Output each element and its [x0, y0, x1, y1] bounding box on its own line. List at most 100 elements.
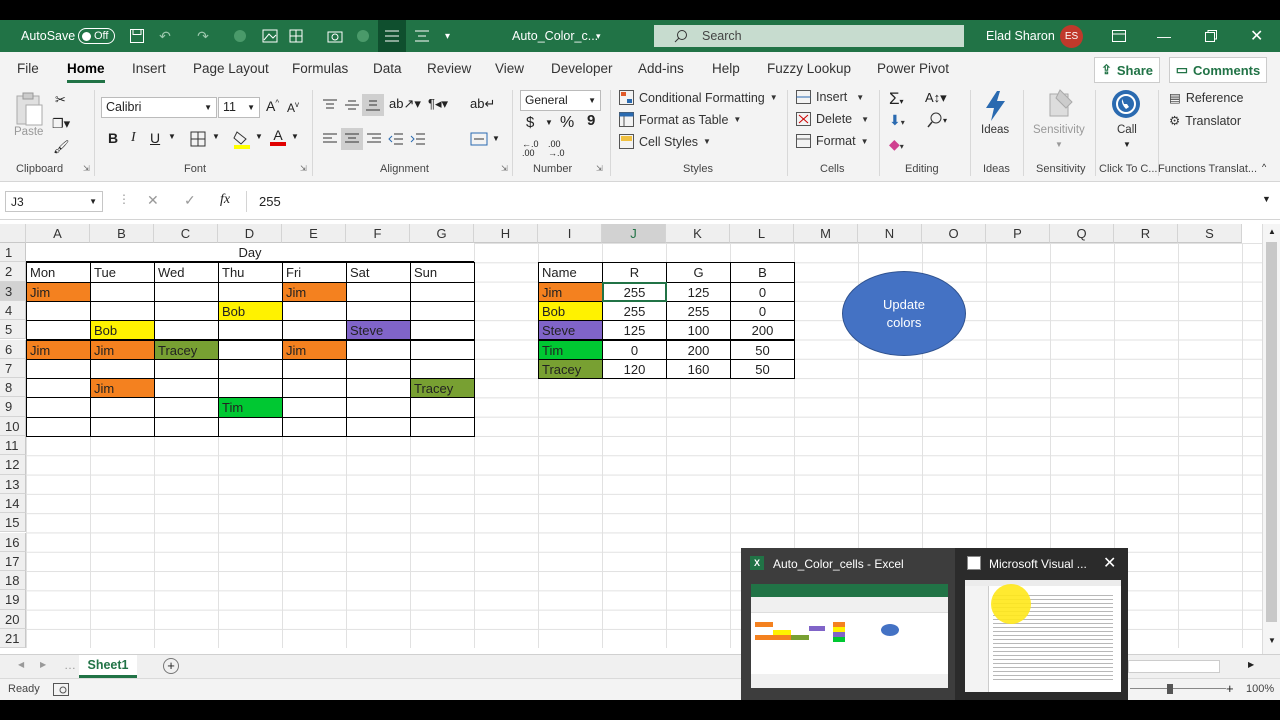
save-icon[interactable] [128, 27, 146, 45]
row-header[interactable]: 5 [0, 320, 26, 340]
row-header[interactable]: 2 [0, 262, 26, 282]
font-name-select[interactable]: Calibri ▼ [101, 97, 217, 118]
schedule-cell[interactable] [410, 358, 475, 380]
redo-icon[interactable]: ↷ [195, 28, 211, 45]
enter-icon[interactable]: ✓ [184, 192, 196, 209]
schedule-cell[interactable] [154, 378, 219, 399]
tab-data[interactable]: Data [373, 61, 402, 76]
day-label-thu[interactable]: Thu [219, 263, 282, 282]
row-header[interactable]: 4 [0, 300, 26, 321]
top-align-icon[interactable] [322, 98, 338, 112]
cell-styles-button[interactable]: Cell Styles ▼ [619, 134, 711, 149]
increase-indent-icon[interactable] [410, 132, 426, 146]
schedule-cell[interactable] [346, 397, 411, 418]
shrink-font-icon[interactable]: Av [287, 100, 299, 115]
schedule-entry[interactable]: Bob [91, 321, 154, 340]
schedule-entry[interactable]: Bob [219, 301, 282, 321]
rgb-name[interactable]: Bob [539, 301, 602, 321]
column-header[interactable]: S [1178, 224, 1242, 243]
schedule-cell[interactable] [410, 320, 475, 341]
schedule-entry[interactable]: Tracey [155, 340, 218, 359]
tab-formulas[interactable]: Formulas [292, 61, 348, 76]
schedule-cell[interactable] [346, 378, 411, 399]
new-sheet-icon[interactable]: + [163, 658, 179, 674]
row-header[interactable]: 7 [0, 358, 26, 379]
schedule-cell[interactable] [218, 339, 283, 360]
tab-view[interactable]: View [495, 61, 524, 76]
cancel-icon[interactable]: ✕ [147, 192, 159, 209]
schedule-cell[interactable] [282, 300, 347, 322]
schedule-cell[interactable] [282, 416, 347, 437]
column-header[interactable]: E [282, 224, 346, 243]
rgb-value-r[interactable]: 125 [603, 321, 666, 340]
currency-button[interactable]: $ [526, 114, 534, 131]
align-center-icon[interactable] [341, 128, 363, 150]
tab-home[interactable]: Home [67, 61, 105, 83]
rgb-name[interactable]: Tracey [539, 359, 602, 379]
format-cells-button[interactable]: Format ▼ [796, 134, 869, 148]
schedule-cell[interactable] [26, 378, 91, 399]
rgb-name[interactable]: Tim [539, 340, 602, 359]
schedule-cell[interactable] [90, 300, 155, 322]
sensitivity-dropdown-icon[interactable]: ▼ [1055, 140, 1063, 149]
row-header[interactable]: 21 [0, 629, 26, 649]
find-select-icon[interactable]: ▾ [927, 112, 947, 128]
column-header[interactable]: C [154, 224, 218, 243]
sensitivity-button[interactable]: Sensitivity [1033, 124, 1085, 136]
autosum-icon[interactable]: Σ▾ [889, 89, 904, 109]
tab-fuzzy-lookup[interactable]: Fuzzy Lookup [767, 61, 851, 76]
row-header[interactable]: 6 [0, 339, 26, 359]
column-header[interactable]: B [90, 224, 154, 243]
schedule-cell[interactable] [410, 300, 475, 322]
schedule-cell[interactable] [346, 416, 411, 437]
column-header[interactable]: N [858, 224, 922, 243]
scroll-up-icon[interactable]: ▲ [1268, 227, 1276, 236]
schedule-cell[interactable] [26, 416, 91, 437]
minimize-icon[interactable]: — [1157, 28, 1171, 44]
rgb-value-r[interactable]: 120 [603, 360, 666, 379]
rgb-value-r[interactable]: 255 [603, 302, 666, 321]
font-launcher-icon[interactable]: ⇲ [300, 164, 307, 173]
search-box[interactable]: Search [654, 25, 964, 47]
align-active-icon[interactable] [378, 20, 406, 52]
column-header[interactable]: M [794, 224, 858, 243]
undo-icon[interactable]: ↶ [157, 28, 173, 45]
comma-button[interactable]: 9 [587, 112, 595, 129]
format-as-table-button[interactable]: Format as Table ▼ [619, 112, 741, 127]
column-header[interactable]: H [474, 224, 538, 243]
fx-icon[interactable]: fx [220, 192, 230, 208]
rgb-value-g[interactable]: 255 [667, 302, 730, 321]
qat-circle-icon[interactable] [232, 28, 248, 44]
format-painter-icon[interactable]: 🖌 [53, 139, 70, 155]
name-box[interactable]: J3 ▼ [5, 191, 103, 212]
row-header[interactable]: 20 [0, 609, 26, 629]
schedule-cell[interactable] [90, 397, 155, 418]
tab-page-layout[interactable]: Page Layout [193, 61, 269, 76]
schedule-entry[interactable]: Jim [27, 282, 90, 301]
insert-cells-button[interactable]: Insert ▼ [796, 90, 864, 104]
qat-grid-icon[interactable] [287, 28, 305, 44]
underline-dropdown-icon[interactable]: ▼ [168, 132, 176, 141]
qat-customize-icon[interactable]: ▾ [445, 31, 450, 42]
clipboard-launcher-icon[interactable]: ⇲ [83, 164, 90, 173]
scroll-sheets-right-icon[interactable]: ▶ [40, 660, 46, 669]
schedule-cell[interactable] [346, 339, 411, 360]
tab-help[interactable]: Help [712, 61, 740, 76]
tab-developer[interactable]: Developer [551, 61, 613, 76]
row-header[interactable]: 3 [0, 281, 26, 301]
rgb-header-g[interactable]: G [667, 263, 730, 282]
schedule-cell[interactable] [410, 397, 475, 418]
rgb-name[interactable]: Jim [539, 282, 602, 301]
currency-dropdown-icon[interactable]: ▼ [545, 118, 553, 127]
column-header[interactable]: D [218, 224, 282, 243]
user-name[interactable]: Elad Sharon [986, 29, 1055, 43]
schedule-cell[interactable] [282, 320, 347, 341]
delete-cells-button[interactable]: Delete ▼ [796, 112, 869, 126]
close-icon[interactable]: ✕ [1250, 26, 1263, 46]
schedule-cell[interactable] [26, 320, 91, 341]
tab-insert[interactable]: Insert [132, 61, 166, 76]
close-thumbnail-icon[interactable]: ✕ [1103, 553, 1116, 573]
vba-thumbnail[interactable]: Microsoft Visual ... ✕ [957, 548, 1128, 700]
formula-input[interactable]: 255 [246, 191, 1276, 212]
align-icon[interactable] [413, 28, 431, 44]
